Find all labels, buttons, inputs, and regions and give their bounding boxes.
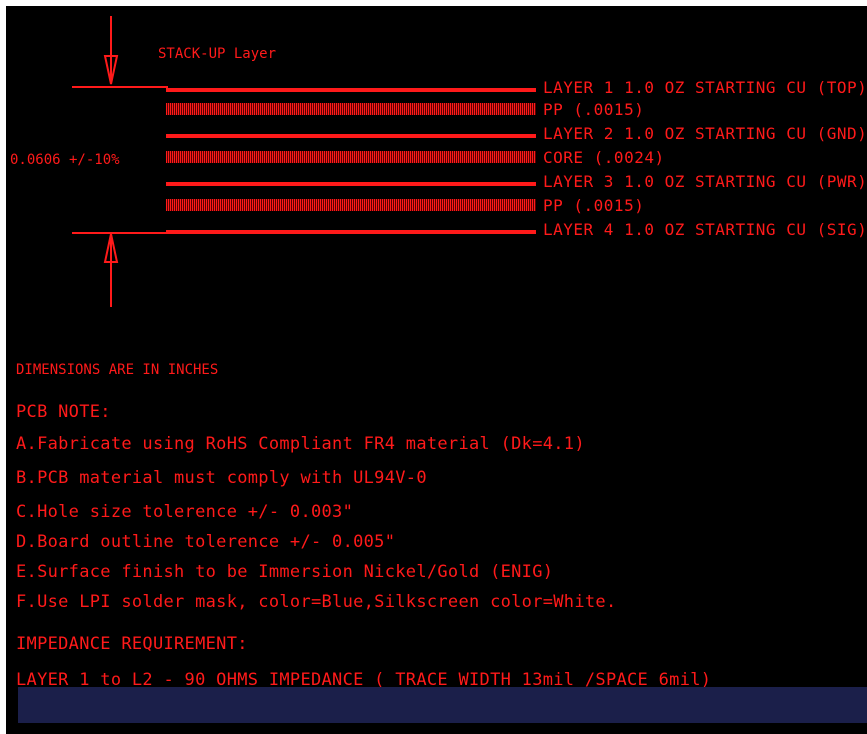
dimension-arrow-top — [103, 16, 119, 85]
copper-layer-3 — [166, 182, 536, 186]
layer-label-7: LAYER 4 1.0 OZ STARTING CU (SIG) — [543, 220, 867, 239]
layer-label-1: LAYER 1 1.0 OZ STARTING CU (TOP) — [543, 78, 867, 97]
impedance-heading: IMPEDANCE REQUIREMENT: — [16, 634, 248, 654]
layer-label-6: PP (.0015) — [543, 196, 645, 215]
pcb-note-item: F.Use LPI solder mask, color=Blue,Silksc… — [16, 592, 617, 612]
layer-label-3: LAYER 2 1.0 OZ STARTING CU (GND) — [543, 124, 867, 143]
pcb-note-item: B.PCB material must comply with UL94V-0 — [16, 468, 427, 488]
dimension-arrow-bottom — [103, 233, 119, 307]
pcb-note-item: C.Hole size tolerence +/- 0.003" — [16, 502, 354, 522]
prepreg-layer-2 — [166, 199, 536, 211]
stackup-title: STACK-UP Layer — [158, 46, 277, 62]
core-layer — [166, 151, 536, 163]
thickness-label: 0.0606 +/-10% — [10, 152, 120, 168]
dimension-extension-top — [72, 86, 168, 88]
dimensions-note: DIMENSIONS ARE IN INCHES — [16, 362, 219, 378]
layer-label-5: LAYER 3 1.0 OZ STARTING CU (PWR) — [543, 172, 867, 191]
layer-label-4: CORE (.0024) — [543, 148, 665, 167]
overlay-bar — [18, 687, 867, 723]
pcb-note-item: E.Surface finish to be Immersion Nickel/… — [16, 562, 554, 582]
pcb-note-heading: PCB NOTE: — [16, 402, 111, 422]
prepreg-layer-1 — [166, 103, 536, 115]
copper-layer-1 — [166, 88, 536, 92]
copper-layer-4 — [166, 230, 536, 234]
layer-label-2: PP (.0015) — [543, 100, 645, 119]
copper-layer-2 — [166, 134, 536, 138]
pcb-note-item: A.Fabricate using RoHS Compliant FR4 mat… — [16, 434, 585, 454]
dimension-extension-bottom — [72, 232, 168, 234]
cad-drawing: STACK-UP Layer 0.0606 +/-10% LAYER 1 1.0… — [6, 6, 867, 734]
pcb-note-item: D.Board outline tolerence +/- 0.005" — [16, 532, 396, 552]
